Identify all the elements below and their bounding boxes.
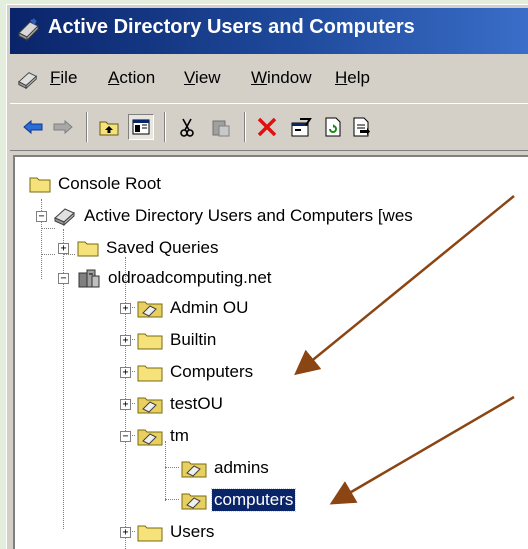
- domain-icon: [78, 269, 100, 288]
- app-window: Active Directory Users and Computers Fil…: [6, 4, 528, 549]
- tree-node-builtin[interactable]: Builtin: [137, 327, 218, 353]
- forward-arrow-icon[interactable]: [50, 114, 76, 140]
- mmc-system-menu-icon[interactable]: [16, 69, 40, 95]
- tree-label: Users: [170, 522, 215, 541]
- menu-window[interactable]: Window: [251, 68, 311, 88]
- tree-node-admin-ou[interactable]: Admin OU: [137, 295, 250, 321]
- menu-action[interactable]: Action: [108, 68, 155, 88]
- aduc-snapin-icon: [54, 208, 75, 227]
- refresh-icon[interactable]: [320, 114, 346, 140]
- tree-node-tm[interactable]: tm: [137, 423, 191, 449]
- tree-connector: [41, 254, 55, 255]
- tree-connector: [165, 441, 166, 501]
- folder-icon: [137, 365, 163, 382]
- tree-label: Active Directory Users and Computers [we…: [84, 206, 413, 225]
- tree-connector: [165, 467, 179, 468]
- expand-toggle[interactable]: +: [120, 335, 131, 346]
- folder-icon: [29, 177, 51, 193]
- collapse-toggle[interactable]: −: [36, 211, 47, 222]
- expand-toggle[interactable]: +: [120, 367, 131, 378]
- menu-bar: File Action View Window Help: [10, 57, 528, 101]
- cut-icon[interactable]: [174, 114, 200, 140]
- tree-label: Saved Queries: [106, 238, 219, 257]
- back-arrow-icon[interactable]: [20, 114, 46, 140]
- collapse-toggle[interactable]: −: [58, 273, 69, 284]
- up-folder-icon[interactable]: [96, 114, 122, 140]
- delete-icon[interactable]: [254, 114, 280, 140]
- tree-node-tm-computers[interactable]: computers: [181, 487, 297, 513]
- ou-folder-icon: [137, 429, 163, 446]
- window-title: Active Directory Users and Computers: [48, 16, 415, 38]
- tree-node-admins[interactable]: admins: [181, 455, 271, 481]
- toolbar-separator: [244, 112, 246, 142]
- ou-folder-icon: [181, 493, 207, 510]
- export-list-icon[interactable]: [348, 114, 374, 140]
- console-tree[interactable]: Console Root − Active Directory Users an…: [13, 155, 528, 549]
- ou-folder-icon: [137, 397, 163, 414]
- ou-folder-icon: [181, 461, 207, 478]
- expand-toggle[interactable]: +: [120, 399, 131, 410]
- menu-view[interactable]: View: [184, 68, 221, 88]
- tree-node-domain[interactable]: oldroadcomputing.net: [77, 265, 274, 291]
- tree-node-aduc[interactable]: Active Directory Users and Computers [we…: [53, 203, 415, 229]
- ou-folder-icon: [137, 301, 163, 318]
- tree-node-console-root[interactable]: Console Root: [29, 171, 163, 197]
- properties-icon[interactable]: [288, 114, 314, 140]
- expand-toggle[interactable]: +: [120, 303, 131, 314]
- paste-icon[interactable]: [208, 114, 234, 140]
- tree-node-users[interactable]: Users: [137, 519, 216, 545]
- tree-node-test-ou[interactable]: testOU: [137, 391, 225, 417]
- tree-label: Builtin: [170, 330, 217, 349]
- tree-label: tm: [170, 426, 189, 445]
- title-bar[interactable]: Active Directory Users and Computers: [10, 8, 528, 54]
- tree-label: admins: [214, 458, 269, 477]
- mmc-snapin-icon: [16, 17, 42, 47]
- toolbar-separator: [86, 112, 88, 142]
- tree-label: Computers: [170, 362, 254, 381]
- tree-label: oldroadcomputing.net: [108, 268, 272, 287]
- menu-help[interactable]: Help: [335, 68, 370, 88]
- tree-label: testOU: [170, 394, 223, 413]
- show-hide-tree-icon[interactable]: [128, 114, 154, 140]
- tree-label: Admin OU: [170, 298, 249, 317]
- folder-icon: [137, 333, 163, 350]
- tree-label: computers: [210, 488, 297, 512]
- toolbar-separator: [164, 112, 166, 142]
- folder-icon: [137, 525, 163, 542]
- menu-file[interactable]: File: [50, 68, 77, 88]
- expand-toggle[interactable]: +: [120, 527, 131, 538]
- tree-connector: [63, 254, 75, 255]
- tree-node-saved-queries[interactable]: Saved Queries: [77, 235, 220, 261]
- tree-label: Console Root: [58, 174, 162, 193]
- folder-icon: [77, 241, 99, 257]
- tree-node-computers[interactable]: Computers: [137, 359, 255, 385]
- toolbar: [10, 103, 528, 151]
- tree-connector: [165, 499, 179, 500]
- collapse-toggle[interactable]: −: [120, 431, 131, 442]
- expand-toggle[interactable]: +: [58, 243, 69, 254]
